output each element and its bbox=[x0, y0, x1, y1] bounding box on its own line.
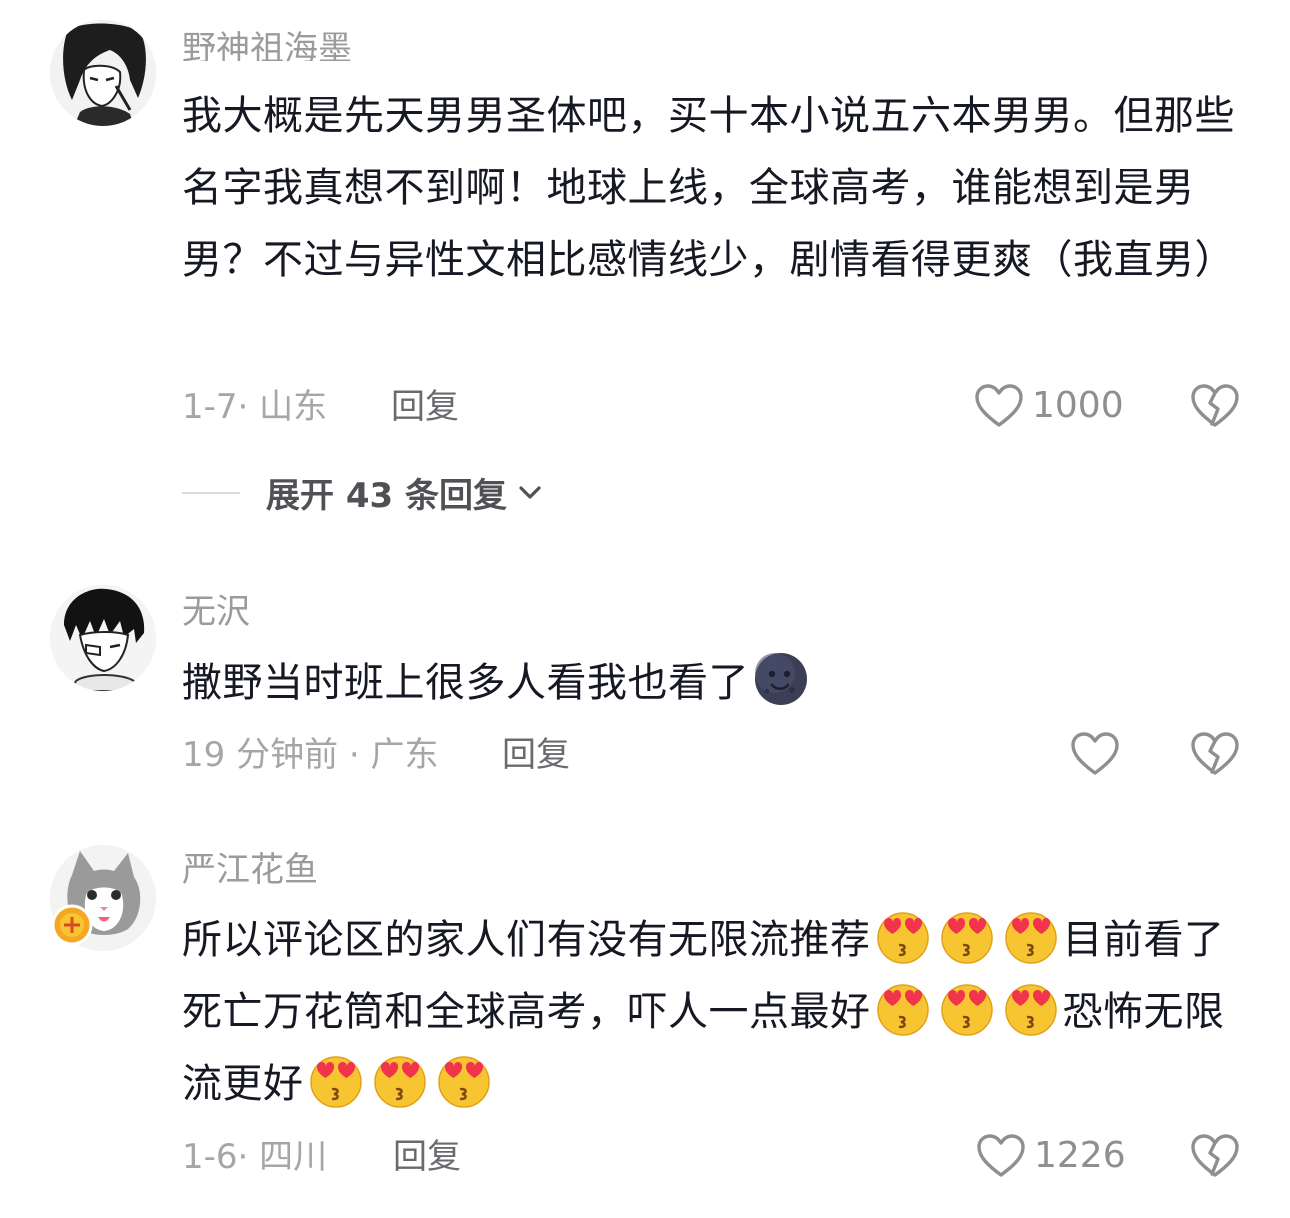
comment-username[interactable]: 严江花鱼 bbox=[182, 850, 318, 890]
kiss-heart-eyes-emoji-icon bbox=[307, 1051, 365, 1109]
like-button[interactable]: 1226 bbox=[976, 1133, 1126, 1179]
kiss-heart-eyes-emoji-icon bbox=[874, 907, 932, 965]
reply-button[interactable]: 回复 bbox=[502, 735, 570, 775]
kiss-heart-eyes-emoji-icon bbox=[371, 1051, 429, 1109]
broken-heart-icon[interactable] bbox=[1190, 731, 1240, 777]
kiss-heart-eyes-emoji-icon bbox=[435, 1051, 493, 1109]
avatar[interactable] bbox=[50, 20, 156, 126]
heart-outline-icon[interactable] bbox=[1070, 731, 1120, 777]
comment-text-block: 所以评论区的家人们有没有无限流推荐 目前看了死亡万花筒和全球高考，吓人一点最好 恐怖… bbox=[182, 904, 1262, 1120]
kiss-heart-eyes-emoji-icon bbox=[1002, 907, 1060, 965]
like-button[interactable]: 1000 bbox=[974, 383, 1124, 429]
avatar-image bbox=[50, 20, 156, 126]
reply-button[interactable]: 回复 bbox=[391, 387, 459, 427]
chevron-down-icon bbox=[519, 485, 541, 499]
reply-button[interactable]: 回复 bbox=[393, 1137, 461, 1177]
expand-replies-button[interactable]: 展开 43 条回复 bbox=[182, 468, 543, 517]
kiss-heart-eyes-emoji-icon bbox=[938, 907, 996, 965]
comment-meta: 19 分钟前 · 广东 bbox=[182, 735, 439, 775]
comment-text: 我大概是先天男男圣体吧，买十本小说五六本男男。但那些名字我真想不到啊！地球上线，… bbox=[182, 93, 1235, 283]
avatar-image bbox=[50, 585, 156, 691]
comment-username[interactable]: 无沢 bbox=[182, 592, 250, 632]
comment-meta: 1-6· 四川 bbox=[182, 1137, 328, 1177]
heart-outline-icon bbox=[974, 383, 1024, 429]
avatar[interactable] bbox=[50, 585, 156, 691]
like-count: 1000 bbox=[1032, 385, 1124, 426]
broken-heart-icon[interactable] bbox=[1190, 1133, 1240, 1179]
divider bbox=[182, 491, 240, 494]
heart-outline-icon bbox=[976, 1133, 1026, 1179]
kiss-heart-eyes-emoji-icon bbox=[938, 979, 996, 1037]
new-moon-face-icon bbox=[752, 650, 810, 708]
expand-replies-label: 展开 43 条回复 bbox=[266, 476, 507, 516]
like-count: 1226 bbox=[1034, 1135, 1126, 1176]
comment-text-part: 所以评论区的家人们有没有无限流推荐 bbox=[182, 917, 871, 963]
avatar-badge-icon bbox=[51, 904, 93, 946]
comment-text-line: 撒野当时班上很多人看我也看了 bbox=[182, 647, 1242, 719]
comment-username[interactable]: 野神祖海墨 bbox=[182, 29, 352, 61]
broken-heart-icon[interactable] bbox=[1190, 383, 1240, 429]
comment-text: 撒野当时班上很多人看我也看了 bbox=[182, 660, 749, 706]
kiss-heart-eyes-emoji-icon bbox=[874, 979, 932, 1037]
kiss-heart-eyes-emoji-icon bbox=[1002, 979, 1060, 1037]
comment-meta: 1-7· 山东 bbox=[182, 387, 328, 427]
